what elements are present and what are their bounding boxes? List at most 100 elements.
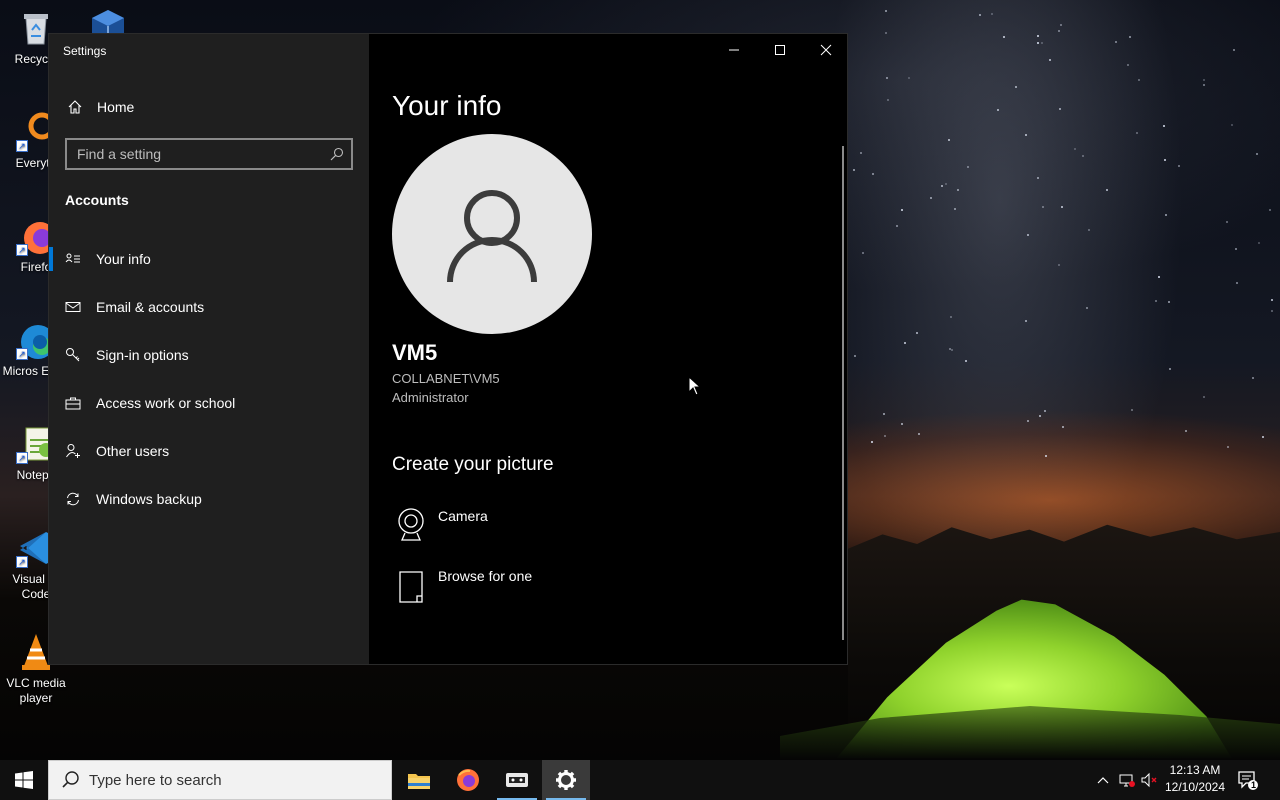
settings-nav-pane: Settings Home Accounts Your info <box>49 34 369 664</box>
wallpaper-star <box>950 349 953 352</box>
action-center-button[interactable]: 1 <box>1232 760 1264 800</box>
taskbar-search-box[interactable] <box>48 760 392 800</box>
shortcut-arrow-icon: ↗ <box>16 556 28 568</box>
nav-item-label: Access work or school <box>96 395 236 411</box>
taskbar-file-explorer[interactable] <box>395 760 443 800</box>
find-setting-input[interactable] <box>77 146 323 162</box>
nav-home-label: Home <box>97 99 135 115</box>
wallpaper-star <box>1026 233 1029 236</box>
nav-item-your-info[interactable]: Your info <box>49 235 369 283</box>
nav-item-label: Other users <box>96 443 170 459</box>
desktop-icon-label: Firefo <box>20 260 52 274</box>
window-title: Settings <box>63 44 107 58</box>
wallpaper-star <box>1044 454 1047 457</box>
wallpaper-star <box>1169 367 1172 370</box>
start-button[interactable] <box>0 760 48 800</box>
nav-item-sign-in-options[interactable]: Sign-in options <box>49 331 369 379</box>
accounts-nav-list: Your info Email & accounts Sign-in optio… <box>49 235 369 523</box>
user-role: Administrator <box>392 390 469 405</box>
minimize-button[interactable] <box>711 34 757 66</box>
briefcase-icon <box>65 395 81 411</box>
close-button[interactable] <box>803 34 849 66</box>
user-name: VM5 <box>392 340 438 365</box>
wallpaper-star <box>1024 133 1027 136</box>
taskbar: 12:13 AM 12/10/2024 1 <box>0 760 1280 800</box>
content-scrollbar[interactable] <box>842 146 844 640</box>
wallpaper-star <box>1115 40 1118 43</box>
wallpaper-star <box>1057 30 1060 33</box>
network-status-button[interactable] <box>1116 760 1138 800</box>
wallpaper-star <box>1202 83 1205 86</box>
wallpaper-star <box>949 315 952 318</box>
key-icon <box>65 347 81 363</box>
shortcut-arrow-icon: ↗ <box>16 452 28 464</box>
document-icon <box>392 564 430 604</box>
taskbar-virtualbox[interactable] <box>493 760 541 800</box>
taskbar-settings[interactable] <box>542 760 590 800</box>
create-picture-heading: Create your picture <box>392 454 554 475</box>
nav-item-label: Windows backup <box>96 491 202 507</box>
wallpaper-star <box>1135 131 1138 134</box>
wallpaper-star <box>1270 309 1273 312</box>
nav-section-heading: Accounts <box>65 192 129 208</box>
nav-item-email-accounts[interactable]: Email & accounts <box>49 283 369 331</box>
wallpaper-star <box>1232 49 1235 52</box>
wallpaper-star <box>884 9 887 12</box>
chevron-up-icon <box>1097 777 1109 784</box>
wallpaper-star <box>990 12 993 15</box>
wallpaper-star <box>1038 414 1041 417</box>
search-icon <box>61 770 81 790</box>
taskbar-clock[interactable]: 12:13 AM 12/10/2024 <box>1162 762 1228 798</box>
maximize-icon <box>775 45 785 55</box>
browse-option-label: Browse for one <box>438 568 533 584</box>
find-setting-search-box[interactable] <box>65 138 353 170</box>
browse-option[interactable]: Browse for one <box>392 564 692 604</box>
wallpaper-star <box>1226 445 1229 448</box>
contact-card-icon <box>65 251 81 267</box>
wallpaper-star <box>917 432 920 435</box>
nav-item-access-work-school[interactable]: Access work or school <box>49 379 369 427</box>
camera-option-label: Camera <box>438 508 488 524</box>
virtualbox-icon <box>506 773 528 787</box>
clock-date: 12/10/2024 <box>1164 780 1226 794</box>
nav-item-label: Sign-in options <box>96 347 189 363</box>
taskbar-search-input[interactable] <box>89 771 391 789</box>
search-icon[interactable] <box>323 140 351 168</box>
close-icon <box>820 44 832 56</box>
shortcut-arrow-icon: ↗ <box>16 244 28 256</box>
nav-item-label: Email & accounts <box>96 299 205 315</box>
nav-item-other-users[interactable]: Other users <box>49 427 369 475</box>
wallpaper-star <box>1257 241 1260 244</box>
maximize-button[interactable] <box>757 34 803 66</box>
nav-item-windows-backup[interactable]: Windows backup <box>49 475 369 523</box>
mouse-cursor-icon <box>688 376 702 396</box>
nav-item-label: Your info <box>96 251 151 267</box>
wallpaper-star <box>1130 408 1133 411</box>
add-user-icon <box>65 443 81 459</box>
wallpaper-star <box>1164 158 1166 161</box>
page-title: Your info <box>392 90 502 121</box>
volume-muted-icon <box>1141 772 1157 788</box>
firefox-icon <box>457 769 479 791</box>
volume-button[interactable] <box>1139 760 1161 800</box>
camera-icon <box>392 504 430 544</box>
wallpaper-star <box>886 98 889 101</box>
clock-time: 12:13 AM <box>1169 763 1221 777</box>
wallpaper-star <box>1184 429 1187 432</box>
show-hidden-icons-button[interactable] <box>1092 760 1114 800</box>
mail-icon <box>65 299 81 315</box>
taskbar-firefox[interactable] <box>444 760 492 800</box>
desktop-icon-label: VLC media player <box>6 676 66 705</box>
shortcut-arrow-icon: ↗ <box>16 348 28 360</box>
nav-home[interactable]: Home <box>49 90 369 124</box>
wallpaper-star <box>1085 306 1088 309</box>
settings-content-pane: Your info VM5 COLLABNET\VM5 Administrato… <box>369 34 847 664</box>
shortcut-arrow-icon: ↗ <box>16 140 28 152</box>
wallpaper-star <box>996 108 999 111</box>
settings-gear-icon <box>556 770 576 790</box>
wallpaper-star <box>948 347 951 350</box>
network-disconnected-icon <box>1119 774 1135 787</box>
avatar <box>392 134 592 334</box>
wallpaper-star <box>1270 298 1273 301</box>
camera-option[interactable]: Camera <box>392 504 692 544</box>
